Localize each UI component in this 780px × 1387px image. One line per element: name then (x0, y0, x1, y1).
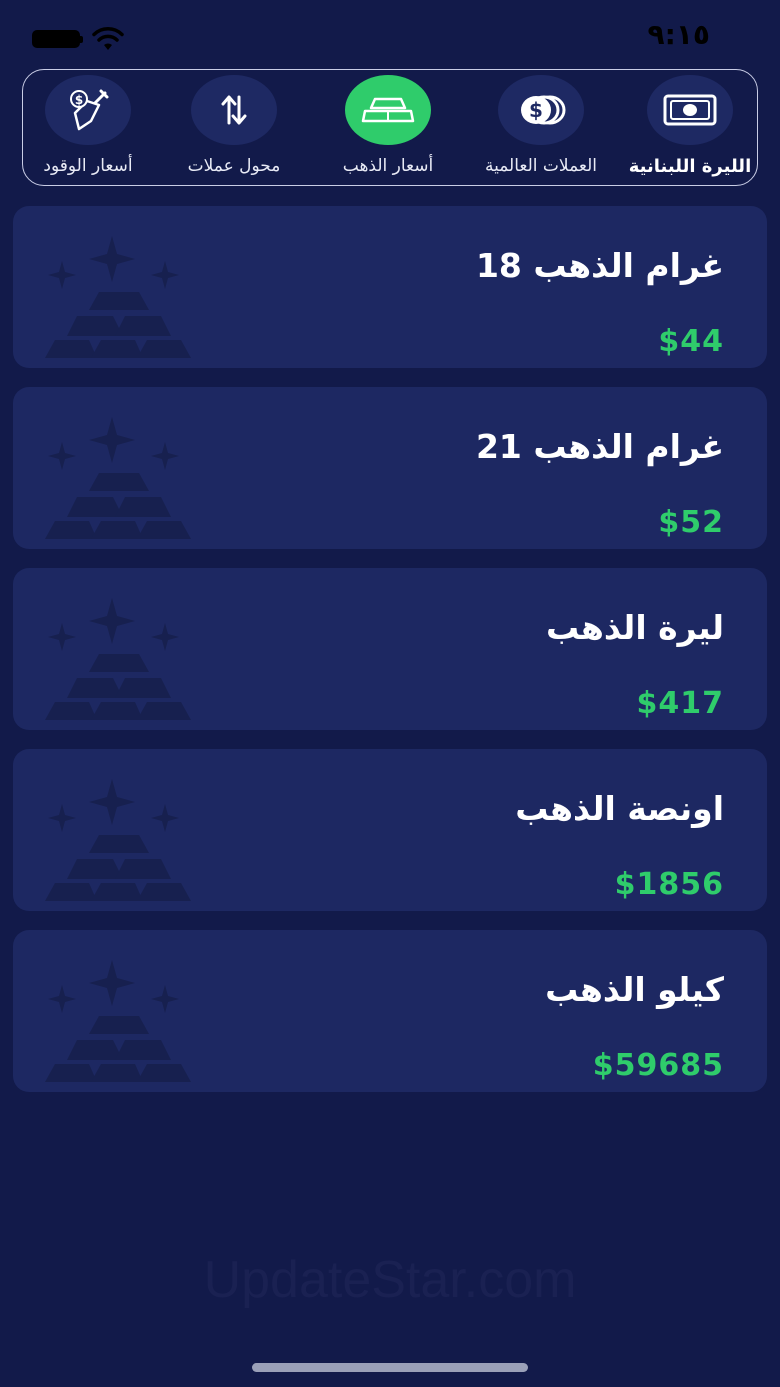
tab-icon-circle: $ (498, 75, 584, 145)
tab-gold-prices[interactable]: أسعار الذهب (313, 70, 463, 187)
tab-icon-circle (647, 75, 733, 145)
tab-world-currencies[interactable]: $ العملات العالمية (466, 70, 616, 187)
tab-label: محول عملات (187, 156, 281, 176)
gold-bars-sparkle-icon (45, 236, 191, 358)
coins-icon: $ (521, 95, 566, 125)
battery-icon (32, 30, 83, 48)
tab-label: العملات العالمية (484, 156, 598, 176)
gold-bars-sparkle-icon (45, 779, 191, 901)
card-title: غرام الذهب 18 (475, 246, 724, 285)
tab-icon-circle: $ (45, 75, 131, 145)
svg-text:$: $ (529, 98, 543, 122)
gold-bars-icon (361, 97, 415, 123)
fuel-nozzle-icon: $ (70, 89, 109, 131)
gold-price-list: غرام الذهب 18 $44 غرام الذهب 21 $52 ليرة… (13, 206, 767, 1111)
card-price: $44 (658, 324, 724, 359)
gold-bars-sparkle-icon (45, 417, 191, 539)
status-time: ٩:١٥ (647, 18, 710, 51)
gold-price-card[interactable]: غرام الذهب 18 $44 (13, 206, 767, 368)
gold-price-card[interactable]: اونصة الذهب $1856 (13, 749, 767, 911)
card-title: كيلو الذهب (545, 970, 724, 1009)
card-price: $1856 (614, 867, 724, 902)
watermark: UpdateStar.com (203, 1251, 577, 1309)
tab-lebanese-lira[interactable]: الليرة اللبنانية (615, 70, 765, 187)
gold-price-card[interactable]: ليرة الذهب $417 (13, 568, 767, 730)
card-title: اونصة الذهب (515, 789, 724, 828)
card-title: غرام الذهب 21 (475, 427, 724, 466)
tab-label: أسعار الذهب (342, 156, 434, 176)
card-title: ليرة الذهب (546, 608, 724, 647)
gold-bars-sparkle-icon (45, 598, 191, 720)
card-price: $417 (636, 686, 724, 721)
home-indicator[interactable] (252, 1363, 528, 1372)
banknote-icon (663, 94, 717, 126)
tab-label: الليرة اللبنانية (628, 156, 752, 177)
card-price: $52 (658, 505, 724, 540)
wifi-icon (92, 27, 124, 50)
tab-currency-converter[interactable]: محول عملات (159, 70, 309, 187)
svg-text:$: $ (75, 93, 83, 107)
tab-fuel-prices[interactable]: $ أسعار الوقود (13, 70, 163, 187)
gold-price-card[interactable]: غرام الذهب 21 $52 (13, 387, 767, 549)
gold-bars-sparkle-icon (45, 960, 191, 1082)
tab-icon-circle (345, 75, 431, 145)
swap-arrows-icon (221, 95, 247, 125)
category-nav-bar: الليرة اللبنانية $ العملات العالمية أسعا… (22, 69, 758, 186)
tab-icon-circle (191, 75, 277, 145)
tab-label: أسعار الوقود (43, 156, 133, 176)
card-price: $59685 (592, 1048, 724, 1083)
gold-price-card[interactable]: كيلو الذهب $59685 (13, 930, 767, 1092)
status-bar: ٩:١٥ (0, 0, 780, 70)
